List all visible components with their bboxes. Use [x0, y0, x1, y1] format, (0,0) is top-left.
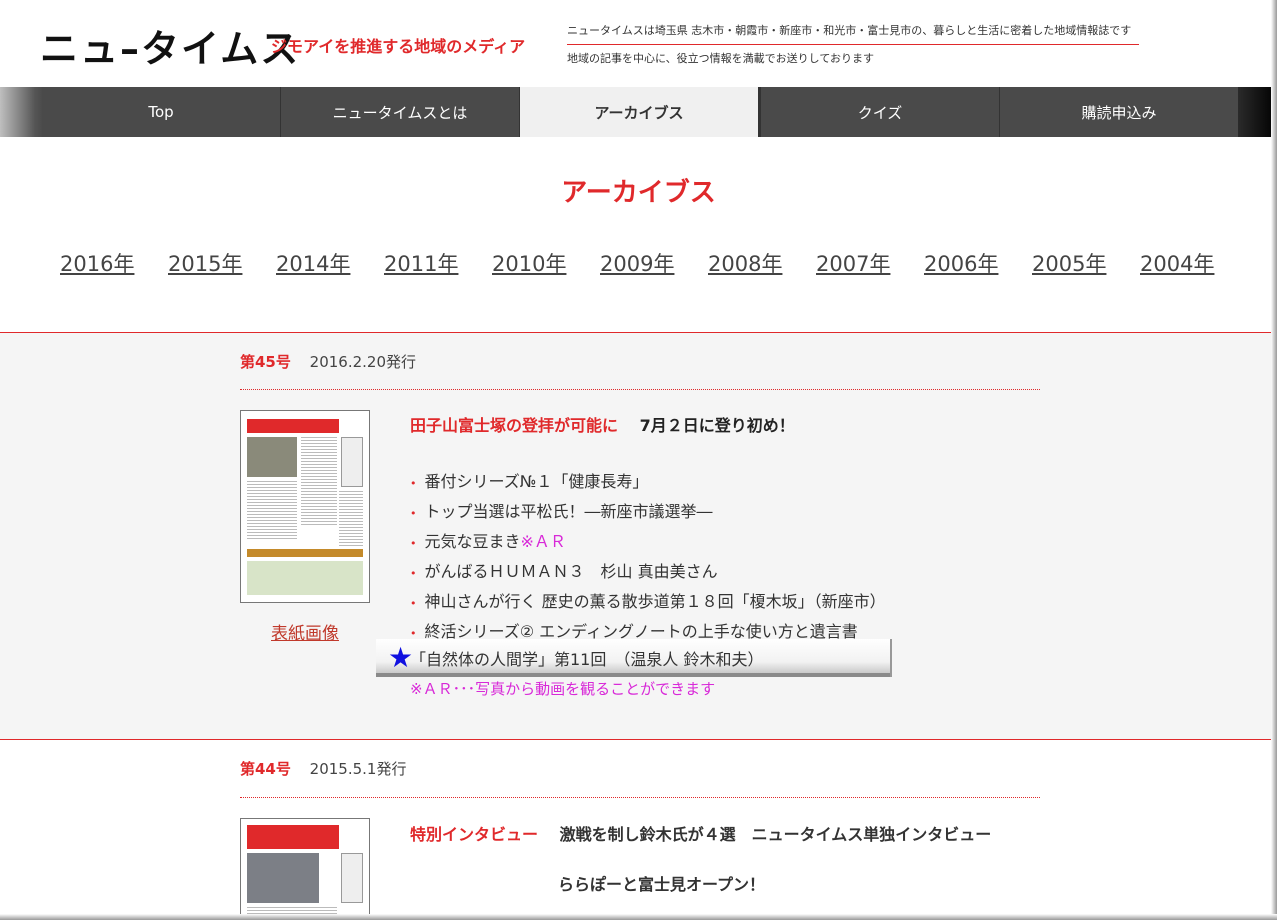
list-item: • 元気な豆まき※ＡＲ	[410, 532, 566, 551]
newspaper-image	[241, 819, 369, 920]
year-link-2004[interactable]: 2004年	[1140, 248, 1248, 278]
issue-date: 2016.2.20発行	[309, 353, 416, 371]
year-link-2015[interactable]: 2015年	[168, 248, 276, 278]
year-link-2014[interactable]: 2014年	[276, 248, 384, 278]
year-link-2009[interactable]: 2009年	[600, 248, 708, 278]
year-link-2016[interactable]: 2016年	[60, 248, 168, 278]
frame-shadow-right	[1271, 0, 1277, 920]
site-tagline: ジモアイを推進する地域のメディア	[271, 37, 526, 56]
issue-header: 第45号 2016.2.20発行	[240, 351, 1040, 372]
issue-headline-second: ららぽーと富士見オープン！	[558, 875, 766, 894]
year-link-2008[interactable]: 2008年	[708, 248, 816, 278]
headline-main: 特別インタビュー	[410, 825, 539, 844]
issue-divider	[240, 389, 1040, 390]
cover-thumbnail[interactable]	[240, 410, 370, 603]
issue-44-block: 第44号 2015.5.1発行 特別インタビュー 激戦を制し鈴木氏が４選 ニュー…	[0, 740, 1277, 920]
issue-date: 2015.5.1発行	[309, 760, 407, 778]
year-link-2011[interactable]: 2011年	[384, 248, 492, 278]
ar-marker: ※ＡＲ	[520, 532, 566, 551]
highlight-item: 「自然体の人間学」第11回 （温泉人 鈴木和夫）	[410, 650, 764, 669]
issue-number: 第44号	[240, 760, 291, 778]
year-links: 2016年 2015年 2014年 2011年 2010年 2009年 2008…	[60, 248, 1248, 278]
cover-image-link[interactable]: 表紙画像	[240, 619, 370, 644]
year-link-2010[interactable]: 2010年	[492, 248, 600, 278]
headline-sub: 7月２日に登り初め！	[639, 416, 795, 435]
list-item: • トップ当選は平松氏！―新座市議選挙―	[410, 502, 713, 521]
issue-number: 第45号	[240, 353, 291, 371]
page-title: アーカイブス	[561, 178, 716, 208]
article-list: • 番付シリーズ№１「健康長寿」 • トップ当選は平松氏！―新座市議選挙― • 元気な…	[410, 470, 886, 650]
issue-headline: 田子山富士塚の登拝が可能に 7月２日に登り初め！	[410, 412, 795, 436]
frame-shadow-bottom	[0, 914, 1277, 920]
site-description-line2: 地域の記事を中心に、役立つ情報を満載でお送りしております	[567, 52, 875, 65]
nav-quiz[interactable]: クイズ	[761, 87, 999, 137]
site-logo[interactable]: ニュ–タイムス	[40, 18, 300, 73]
cover-thumbnail[interactable]	[240, 818, 370, 920]
headline-main: 田子山富士塚の登拝が可能に	[410, 416, 619, 435]
newspaper-image	[241, 411, 369, 602]
site-description-line1: ニュータイムスは埼玉県 志木市・朝霞市・新座市・和光市・富士見市の、暮らしと生活…	[567, 22, 1139, 45]
nav-top[interactable]: Top	[42, 87, 280, 137]
year-link-2005[interactable]: 2005年	[1032, 248, 1140, 278]
issue-45-block: 第45号 2016.2.20発行 表紙画像 田子山富士塚の登拝が可能に 7月２日…	[0, 332, 1277, 740]
issue-headline: 特別インタビュー 激戦を制し鈴木氏が４選 ニュータイムス単独インタビュー	[410, 821, 991, 845]
ar-note: ※ＡＲ･･･写真から動画を観ることができます	[410, 680, 716, 698]
year-link-2007[interactable]: 2007年	[816, 248, 924, 278]
headline-sub: 激戦を制し鈴木氏が４選 ニュータイムス単独インタビュー	[559, 825, 992, 844]
issue-divider	[240, 797, 1040, 798]
site-header: ニュ–タイムス ジモアイを推進する地域のメディア ニュータイムスは埼玉県 志木市…	[0, 0, 1277, 87]
list-item: • がんばるＨＵＭＡＮ３ 杉山 真由美さん	[410, 562, 718, 581]
list-item: • 神山さんが行く 歴史の薫る散歩道第１８回「榎木坂」（新座市）	[410, 592, 886, 611]
main-nav: Top ニュータイムスとは アーカイブス クイズ 購読申込み	[0, 87, 1277, 137]
issue-header: 第44号 2015.5.1発行	[240, 758, 1040, 779]
year-link-2006[interactable]: 2006年	[924, 248, 1032, 278]
nav-archives[interactable]: アーカイブス	[520, 87, 758, 137]
nav-subscribe[interactable]: 購読申込み	[1000, 87, 1238, 137]
list-item: • 番付シリーズ№１「健康長寿」	[410, 472, 649, 491]
nav-about[interactable]: ニュータイムスとは	[281, 87, 519, 137]
